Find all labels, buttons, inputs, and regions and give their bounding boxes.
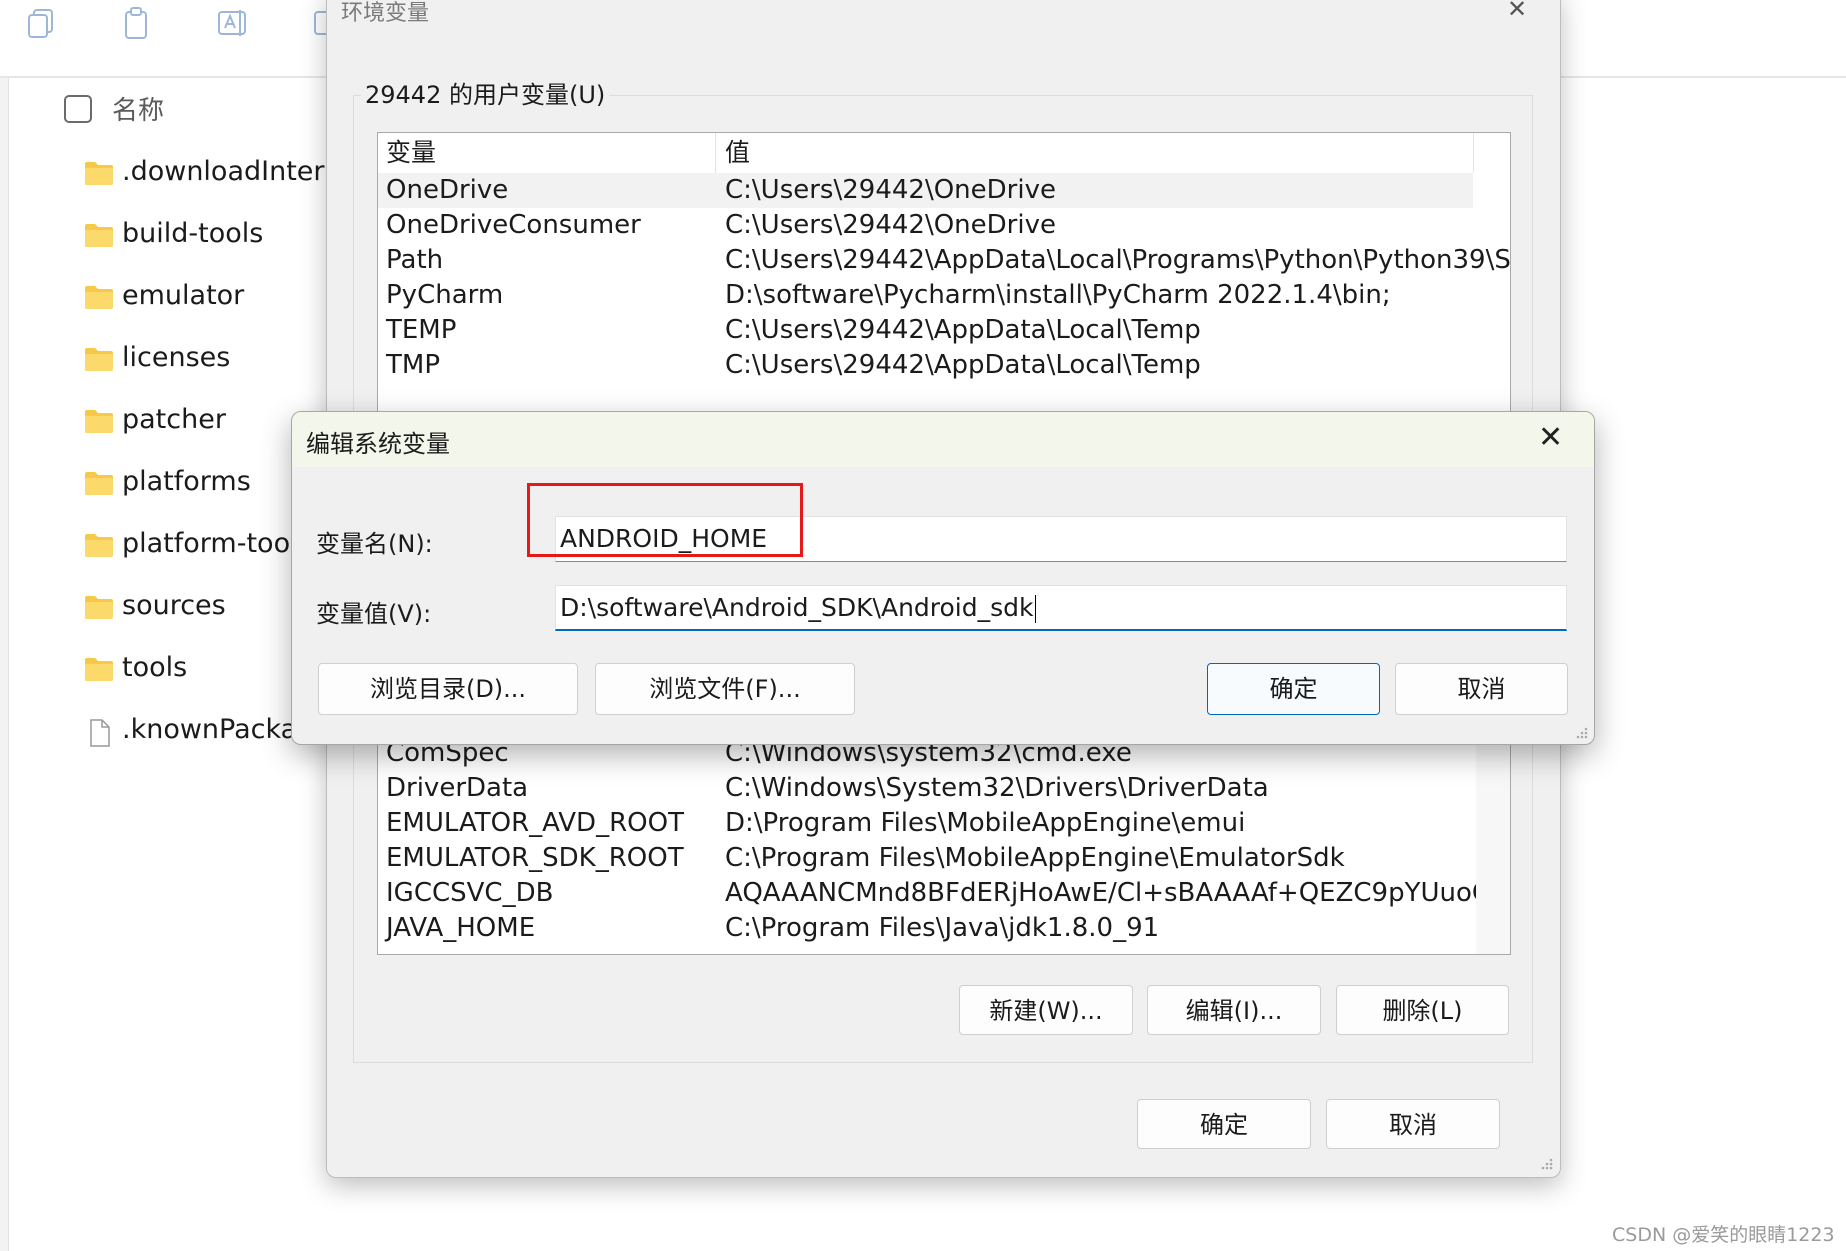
list-item[interactable]: build-tools xyxy=(80,216,330,256)
file-name: build-tools xyxy=(122,218,264,249)
close-icon[interactable]: ✕ xyxy=(1507,0,1527,23)
resize-grip-icon[interactable] xyxy=(1539,1155,1553,1170)
new-variable-button[interactable]: 新建(W)... xyxy=(959,985,1133,1035)
variable-name: IGCCSVC_DB xyxy=(386,878,554,908)
table-row[interactable]: IGCCSVC_DB AQAAANCMnd8BFdERjHoAwE/Cl+sBA… xyxy=(378,876,1510,911)
variable-value: C:\Program Files\Java\jdk1.8.0_91 xyxy=(725,913,1160,943)
table-row[interactable]: PyCharm D:\software\Pycharm\install\PyCh… xyxy=(378,278,1473,313)
variable-value: C:\Users\29442\OneDrive xyxy=(725,175,1056,205)
file-name: platform-tools xyxy=(122,528,312,559)
variable-name: TMP xyxy=(386,350,440,380)
rename-icon[interactable] xyxy=(216,6,250,40)
dialog-title: 环境变量 xyxy=(341,1,430,26)
folder-icon xyxy=(84,346,114,376)
table-row[interactable]: JAVA_HOME C:\Program Files\Java\jdk1.8.0… xyxy=(378,911,1473,946)
browse-directory-button[interactable]: 浏览目录(D)... xyxy=(318,663,578,715)
user-variables-list[interactable]: 变量 值 OneDrive C:\Users\29442\OneDrive On… xyxy=(377,132,1511,434)
ok-button[interactable]: 确定 xyxy=(1207,663,1380,715)
file-icon xyxy=(84,718,114,752)
edit-system-variable-dialog: 编辑系统变量 ✕ 变量名(N): ANDROID_HOME 变量值(V): D:… xyxy=(291,411,1595,745)
variable-name: EMULATOR_AVD_ROOT xyxy=(386,808,684,838)
column-header-value[interactable]: 值 xyxy=(725,133,751,173)
table-row[interactable]: TEMP C:\Users\29442\AppData\Local\Temp xyxy=(378,313,1473,348)
variable-name: EMULATOR_SDK_ROOT xyxy=(386,843,684,873)
variable-name: OneDrive xyxy=(386,175,509,205)
variable-value: C:\Users\29442\AppData\Local\Temp xyxy=(725,350,1201,380)
table-row[interactable]: DriverData C:\Windows\System32\Drivers\D… xyxy=(378,771,1473,806)
user-variables-label: 29442 的用户变量(U) xyxy=(361,75,610,110)
variable-value: D:\software\Pycharm\install\PyCharm 2022… xyxy=(725,280,1391,310)
variable-name: PyCharm xyxy=(386,280,504,310)
list-item[interactable]: licenses xyxy=(80,340,330,380)
browse-file-button[interactable]: 浏览文件(F)... xyxy=(595,663,855,715)
file-name: emulator xyxy=(122,280,245,311)
close-icon[interactable]: ✕ xyxy=(1538,420,1563,455)
table-row[interactable]: OneDrive C:\Users\29442\OneDrive xyxy=(378,173,1473,208)
folder-icon xyxy=(84,532,114,562)
variable-value: AQAAANCMnd8BFdERjHoAwE/Cl+sBAAAAf+QEZC9p… xyxy=(725,878,1511,908)
resize-grip-icon[interactable] xyxy=(1574,724,1588,739)
copy-icon[interactable] xyxy=(24,6,58,40)
variable-value-input[interactable]: D:\software\Android_SDK\Android_sdk xyxy=(555,585,1567,631)
file-name: sources xyxy=(122,590,226,621)
annotation-highlight-box xyxy=(527,483,803,557)
folder-icon xyxy=(84,284,114,314)
text-caret xyxy=(1034,595,1036,623)
variable-name-label: 变量名(N): xyxy=(316,530,433,558)
table-row[interactable]: Path C:\Users\29442\AppData\Local\Progra… xyxy=(378,243,1510,278)
folder-icon xyxy=(84,594,114,624)
variable-value: D:\Program Files\MobileAppEngine\emui xyxy=(725,808,1246,838)
list-item[interactable]: emulator xyxy=(80,278,330,318)
cancel-button[interactable]: 取消 xyxy=(1395,663,1568,715)
variable-value-text: D:\software\Android_SDK\Android_sdk xyxy=(560,593,1034,622)
file-name: platforms xyxy=(122,466,251,497)
folder-icon xyxy=(84,222,114,252)
file-name: .downloadInterme xyxy=(122,156,330,187)
dialog-titlebar[interactable] xyxy=(292,412,1594,467)
paste-icon[interactable] xyxy=(120,6,154,40)
variable-name: DriverData xyxy=(386,773,529,803)
dialog-title: 编辑系统变量 xyxy=(306,430,450,458)
column-divider[interactable] xyxy=(715,133,716,173)
watermark: CSDN @爱笑的眼睛1223 xyxy=(1612,1224,1835,1246)
folder-icon xyxy=(84,656,114,686)
variable-value: C:\Users\29442\OneDrive xyxy=(725,210,1056,240)
table-row[interactable]: EMULATOR_SDK_ROOT C:\Program Files\Mobil… xyxy=(378,841,1473,876)
folder-icon xyxy=(84,470,114,500)
folder-icon xyxy=(84,408,114,438)
variable-value: C:\Program Files\MobileAppEngine\Emulato… xyxy=(725,843,1345,873)
delete-variable-button[interactable]: 删除(L) xyxy=(1336,985,1509,1035)
variable-value: C:\Users\29442\AppData\Local\Programs\Py… xyxy=(725,245,1511,275)
cancel-button[interactable]: 取消 xyxy=(1326,1099,1500,1149)
variable-name: OneDriveConsumer xyxy=(386,210,641,240)
variable-value: C:\Users\29442\AppData\Local\Temp xyxy=(725,315,1201,345)
file-name: patcher xyxy=(122,404,226,435)
table-row[interactable]: TMP C:\Users\29442\AppData\Local\Temp xyxy=(378,348,1473,383)
variable-name: Path xyxy=(386,245,444,275)
column-header-name[interactable]: 名称 xyxy=(112,90,164,127)
column-header-variable[interactable]: 变量 xyxy=(386,133,437,173)
table-row[interactable]: OneDriveConsumer C:\Users\29442\OneDrive xyxy=(378,208,1473,243)
ok-button[interactable]: 确定 xyxy=(1137,1099,1311,1149)
select-all-checkbox[interactable] xyxy=(64,95,92,123)
edit-variable-button[interactable]: 编辑(I)... xyxy=(1147,985,1321,1035)
variable-name: JAVA_HOME xyxy=(386,913,536,943)
list-item[interactable]: .downloadInterme xyxy=(80,154,330,194)
file-name: licenses xyxy=(122,342,231,373)
folder-icon xyxy=(84,160,114,190)
navigation-pane-edge xyxy=(0,78,9,1251)
variable-value-label: 变量值(V): xyxy=(316,600,432,628)
variable-value: C:\Windows\System32\Drivers\DriverData xyxy=(725,773,1269,803)
table-row[interactable]: EMULATOR_AVD_ROOT D:\Program Files\Mobil… xyxy=(378,806,1473,841)
file-name: tools xyxy=(122,652,188,683)
variable-name: TEMP xyxy=(386,315,457,345)
column-divider[interactable] xyxy=(1473,133,1474,173)
